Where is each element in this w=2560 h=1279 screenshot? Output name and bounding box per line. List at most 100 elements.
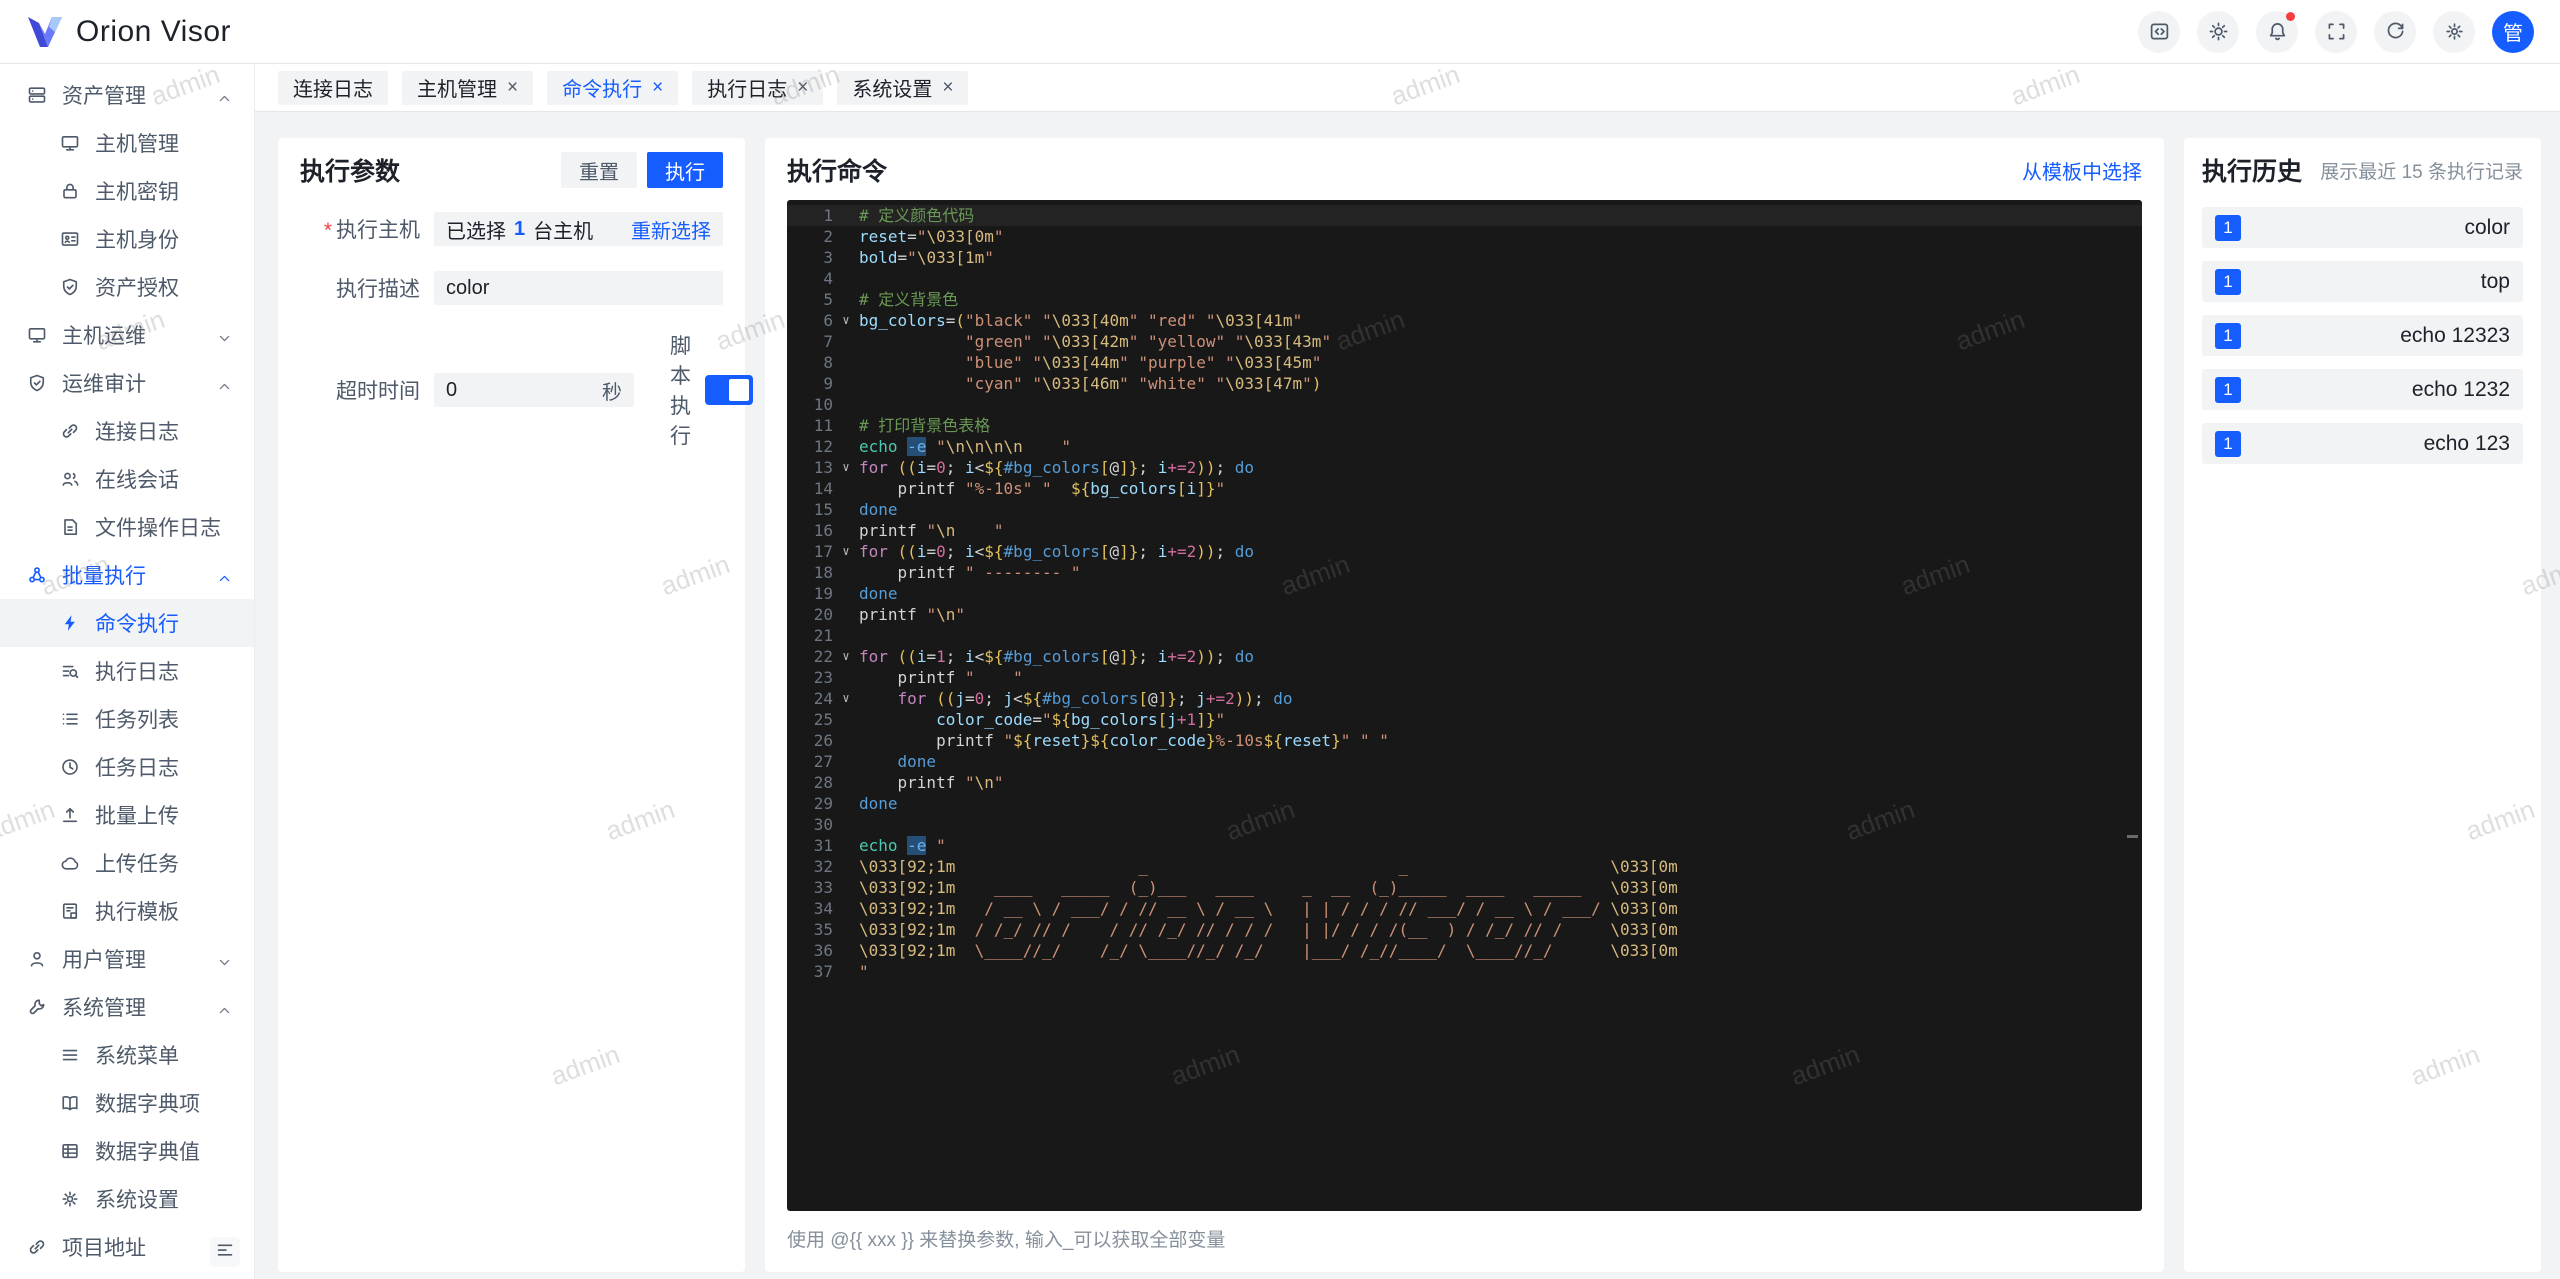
tab-label: 主机管理 xyxy=(417,79,497,101)
theme-button[interactable] xyxy=(2197,10,2239,53)
sidebar-item-label: 资产授权 xyxy=(95,277,179,300)
choose-template-link[interactable]: 从模板中选择 xyxy=(2022,156,2142,185)
tab-command-execution[interactable]: 命令执行 × xyxy=(547,70,679,105)
history-item[interactable]: 1 echo 123 xyxy=(2202,423,2523,464)
code-line: 36 \033[92;1m \____//_/ /_/ \____//_/ /_/… xyxy=(787,940,2142,961)
line-number: 17 xyxy=(813,542,833,561)
code-line: 5 # 定义背景色 xyxy=(787,289,2142,310)
code-text: for ((i=0; i<${#bg_colors[@]}; i+=2)); d… xyxy=(859,542,1255,561)
code-text: printf " " xyxy=(859,668,1023,687)
fold-chevron-icon[interactable]: ∨ xyxy=(833,688,859,709)
code-text: bold="\033[1m" xyxy=(859,248,994,267)
fold-gutter xyxy=(833,247,859,268)
code-line: 23 printf " " xyxy=(787,667,2142,688)
fold-chevron-icon[interactable]: ∨ xyxy=(833,541,859,562)
code-line: 20 printf "\n" xyxy=(787,604,2142,625)
code-text: done xyxy=(859,500,898,519)
reset-button[interactable]: 重置 xyxy=(561,152,637,188)
history-item[interactable]: 1 echo 1232 xyxy=(2202,369,2523,410)
line-number: 29 xyxy=(813,794,833,813)
sidebar-item-command-execution[interactable]: 命令执行 xyxy=(0,599,254,647)
code-text: printf "${reset}${color_code}%-10s${rese… xyxy=(859,731,1389,750)
history-command: echo 1232 xyxy=(2411,377,2510,401)
sidebar-item-label: 任务日志 xyxy=(95,757,179,780)
sidebar-item-dict-items[interactable]: 数据字典项 xyxy=(0,1079,254,1127)
sidebar-item-host-keys[interactable]: 主机密钥 xyxy=(0,167,254,215)
run-button[interactable]: 执行 xyxy=(647,152,723,188)
user-avatar[interactable]: 管 xyxy=(2492,10,2534,53)
fold-chevron-icon[interactable]: ∨ xyxy=(833,646,859,667)
history-item[interactable]: 1 top xyxy=(2202,261,2523,302)
fold-chevron-icon[interactable]: ∨ xyxy=(833,457,859,478)
line-number: 15 xyxy=(813,500,833,519)
sidebar-item-host-identity[interactable]: 主机身份 xyxy=(0,215,254,263)
fold-chevron-icon[interactable]: ∨ xyxy=(833,310,859,331)
description-input[interactable]: color xyxy=(434,271,723,305)
code-line: 16 printf "\n " xyxy=(787,520,2142,541)
sidebar-item-label: 系统设置 xyxy=(95,1189,179,1212)
sidebar-item-asset-authorization[interactable]: 资产授权 xyxy=(0,263,254,311)
sidebar-item-execution-templates[interactable]: 执行模板 xyxy=(0,887,254,935)
sidebar-item-batch-execution[interactable]: 批量执行 xyxy=(0,551,254,599)
reselect-link[interactable]: 重新选择 xyxy=(631,215,711,244)
host-management-icon xyxy=(60,133,80,153)
code-text: \033[92;1m / /_/ // / / // /_/ // / / / … xyxy=(859,920,1678,939)
sidebar-item-system-management[interactable]: 系统管理 xyxy=(0,983,254,1031)
code-line: 10 xyxy=(787,394,2142,415)
sidebar-item-online-sessions[interactable]: 在线会话 xyxy=(0,455,254,503)
fullscreen-button[interactable] xyxy=(2315,10,2357,53)
code-text: printf " -------- " xyxy=(859,563,1081,582)
sidebar-item-system-settings[interactable]: 系统设置 xyxy=(0,1175,254,1223)
sidebar-item-label: 主机运维 xyxy=(62,325,146,348)
fold-gutter xyxy=(833,940,859,961)
host-count-badge: 1 xyxy=(2215,214,2241,241)
tab-connection-log[interactable]: 连接日志 xyxy=(278,70,388,105)
sidebar-item-file-operation-log[interactable]: 文件操作日志 xyxy=(0,503,254,551)
script-exec-toggle[interactable] xyxy=(705,375,753,405)
tab-system-settings[interactable]: 系统设置 × xyxy=(837,70,969,105)
sidebar-item-task-list[interactable]: 任务列表 xyxy=(0,695,254,743)
sidebar-item-user-management[interactable]: 用户管理 xyxy=(0,935,254,983)
sidebar-item-asset-management[interactable]: 资产管理 xyxy=(0,71,254,119)
sidebar-item-task-log[interactable]: 任务日志 xyxy=(0,743,254,791)
sidebar-item-batch-upload[interactable]: 批量上传 xyxy=(0,791,254,839)
fold-gutter xyxy=(833,226,859,247)
sidebar-item-system-menu[interactable]: 系统菜单 xyxy=(0,1031,254,1079)
sidebar-item-host-ops[interactable]: 主机运维 xyxy=(0,311,254,359)
tab-close-icon[interactable]: × xyxy=(507,78,518,97)
host-select-field[interactable]: 已选择 1 台主机 重新选择 xyxy=(434,212,723,246)
host-selected-prefix: 已选择 xyxy=(446,220,506,243)
timeout-input[interactable]: 0 秒 xyxy=(434,373,634,407)
code-line: 33 \033[92;1m ____ _____ (_)___ ____ _ __… xyxy=(787,877,2142,898)
sidebar-item-connection-log[interactable]: 连接日志 xyxy=(0,407,254,455)
code-text: "green" "\033[42m" "yellow" "\033[43m" xyxy=(964,332,1332,351)
tab-execution-log[interactable]: 执行日志 × xyxy=(692,70,824,105)
line-number: 25 xyxy=(813,710,833,729)
history-item[interactable]: 1 echo 12323 xyxy=(2202,315,2523,356)
tab-close-icon[interactable]: × xyxy=(797,78,808,97)
sidebar-menu: 资产管理 主机管理 主机密钥 主机身份资产授权主机运维运维审计 连接日志 在线会话 文件操作… xyxy=(0,71,254,1271)
tab-host-management[interactable]: 主机管理 × xyxy=(402,70,534,105)
tab-close-icon[interactable]: × xyxy=(652,78,663,97)
sidebar-collapse-button[interactable] xyxy=(210,1237,240,1267)
fold-gutter xyxy=(833,961,859,982)
sidebar-item-ops-audit[interactable]: 运维审计 xyxy=(0,359,254,407)
history-list: 1 color 1 top 1 echo 12323 1 echo 1232 1 echo 123 xyxy=(2202,207,2523,464)
tab-close-icon[interactable]: × xyxy=(942,78,953,97)
timeout-value: 0 xyxy=(446,378,458,401)
history-item[interactable]: 1 color xyxy=(2202,207,2523,248)
code-editor-button[interactable] xyxy=(2138,10,2180,53)
sidebar-item-upload-tasks[interactable]: 上传任务 xyxy=(0,839,254,887)
notifications-button[interactable] xyxy=(2256,10,2298,53)
fold-gutter xyxy=(833,499,859,520)
refresh-button[interactable] xyxy=(2374,10,2416,53)
sidebar-item-execution-log[interactable]: 执行日志 xyxy=(0,647,254,695)
code-line: 21 xyxy=(787,625,2142,646)
sidebar-item-host-management[interactable]: 主机管理 xyxy=(0,119,254,167)
sidebar-item-dict-values[interactable]: 数据字典值 xyxy=(0,1127,254,1175)
settings-button[interactable] xyxy=(2433,10,2475,53)
chevron-up-icon xyxy=(217,376,232,391)
code-editor[interactable]: 1 # 定义颜色代码 2 reset="\033[0m" 3 bold="\033[1m"… xyxy=(787,200,2142,1211)
code-text: done xyxy=(859,794,898,813)
